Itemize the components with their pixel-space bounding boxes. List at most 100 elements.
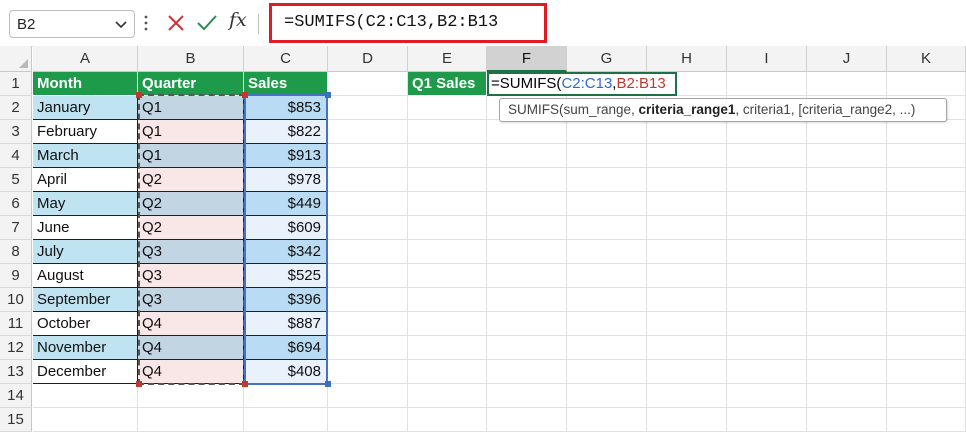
quarter-cell[interactable]: Q2 [138, 192, 244, 216]
table-header-cell[interactable]: Quarter [138, 72, 244, 96]
empty-cell[interactable] [727, 72, 807, 96]
empty-cell[interactable] [727, 360, 807, 384]
empty-cell[interactable] [727, 384, 807, 408]
empty-cell[interactable] [328, 264, 408, 288]
empty-cell[interactable] [567, 288, 647, 312]
empty-cell[interactable] [567, 360, 647, 384]
row-header-12[interactable]: 12 [0, 336, 32, 360]
empty-cell[interactable] [328, 144, 408, 168]
row-header-1[interactable]: 1 [0, 72, 32, 96]
enter-check-icon[interactable] [196, 13, 218, 33]
empty-cell[interactable] [647, 360, 727, 384]
select-all-corner[interactable] [0, 46, 32, 72]
empty-cell[interactable] [727, 168, 807, 192]
quarter-cell[interactable]: Q3 [138, 264, 244, 288]
function-tooltip[interactable]: SUMIFS(sum_range, criteria_range1, crite… [499, 98, 947, 122]
empty-cell[interactable] [807, 120, 887, 144]
column-header-b[interactable]: B [138, 46, 244, 72]
table-header-cell[interactable]: Month [33, 72, 138, 96]
range-handle[interactable] [325, 381, 331, 387]
sales-cell[interactable]: $913 [244, 144, 328, 168]
empty-cell[interactable] [487, 192, 567, 216]
empty-cell[interactable] [33, 384, 138, 408]
empty-cell[interactable] [887, 168, 966, 192]
range-handle[interactable] [325, 92, 331, 98]
empty-cell[interactable] [567, 192, 647, 216]
month-cell[interactable]: December [33, 360, 138, 384]
month-cell[interactable]: January [33, 96, 138, 120]
empty-cell[interactable] [647, 192, 727, 216]
empty-cell[interactable] [807, 408, 887, 432]
empty-cell[interactable] [328, 192, 408, 216]
month-cell[interactable]: June [33, 216, 138, 240]
sales-cell[interactable]: $887 [244, 312, 328, 336]
empty-cell[interactable] [328, 312, 408, 336]
month-cell[interactable]: April [33, 168, 138, 192]
empty-cell[interactable] [487, 120, 567, 144]
empty-cell[interactable] [887, 336, 966, 360]
empty-cell[interactable] [887, 144, 966, 168]
empty-cell[interactable] [138, 408, 244, 432]
empty-cell[interactable] [727, 144, 807, 168]
sales-cell[interactable]: $449 [244, 192, 328, 216]
quarter-cell[interactable]: Q1 [138, 120, 244, 144]
empty-cell[interactable] [887, 384, 966, 408]
empty-cell[interactable] [408, 336, 487, 360]
empty-cell[interactable] [408, 360, 487, 384]
quarter-cell[interactable]: Q2 [138, 216, 244, 240]
empty-cell[interactable] [328, 120, 408, 144]
empty-cell[interactable] [807, 192, 887, 216]
column-header-j[interactable]: J [807, 46, 887, 72]
empty-cell[interactable] [328, 336, 408, 360]
empty-cell[interactable] [887, 240, 966, 264]
empty-cell[interactable] [408, 216, 487, 240]
empty-cell[interactable] [487, 384, 567, 408]
quarter-cell[interactable]: Q1 [138, 96, 244, 120]
column-header-k[interactable]: K [887, 46, 966, 72]
empty-cell[interactable] [727, 120, 807, 144]
empty-cell[interactable] [408, 240, 487, 264]
quarter-cell[interactable]: Q4 [138, 312, 244, 336]
empty-cell[interactable] [328, 408, 408, 432]
empty-cell[interactable] [487, 144, 567, 168]
empty-cell[interactable] [807, 144, 887, 168]
empty-cell[interactable] [647, 312, 727, 336]
column-header-d[interactable]: D [328, 46, 408, 72]
range-handle[interactable] [136, 92, 142, 98]
empty-cell[interactable] [487, 360, 567, 384]
sales-cell[interactable]: $342 [244, 240, 328, 264]
row-header-7[interactable]: 7 [0, 216, 32, 240]
empty-cell[interactable] [487, 216, 567, 240]
name-box[interactable]: B2 [9, 10, 135, 38]
row-header-10[interactable]: 10 [0, 288, 32, 312]
month-cell[interactable]: October [33, 312, 138, 336]
quarter-cell[interactable]: Q4 [138, 336, 244, 360]
quarter-cell[interactable]: Q4 [138, 360, 244, 384]
empty-cell[interactable] [328, 384, 408, 408]
chevron-down-icon[interactable] [114, 17, 128, 31]
row-header-13[interactable]: 13 [0, 360, 32, 384]
empty-cell[interactable] [887, 288, 966, 312]
empty-cell[interactable] [647, 240, 727, 264]
empty-cell[interactable] [807, 336, 887, 360]
empty-cell[interactable] [647, 384, 727, 408]
range-handle[interactable] [242, 381, 248, 387]
empty-cell[interactable] [408, 96, 487, 120]
empty-cell[interactable] [727, 336, 807, 360]
empty-cell[interactable] [807, 264, 887, 288]
empty-cell[interactable] [567, 240, 647, 264]
row-header-11[interactable]: 11 [0, 312, 32, 336]
row-header-5[interactable]: 5 [0, 168, 32, 192]
empty-cell[interactable] [567, 168, 647, 192]
empty-cell[interactable] [567, 384, 647, 408]
empty-cell[interactable] [727, 288, 807, 312]
quarter-cell[interactable]: Q3 [138, 288, 244, 312]
empty-cell[interactable] [408, 408, 487, 432]
empty-cell[interactable] [138, 384, 244, 408]
empty-cell[interactable] [647, 288, 727, 312]
month-cell[interactable]: May [33, 192, 138, 216]
column-header-e[interactable]: E [408, 46, 487, 72]
row-header-4[interactable]: 4 [0, 144, 32, 168]
worksheet-grid[interactable]: ABCDEFGHIJK 1 2 3 4 5 6 7 8 9 10 11 12 13 14 15 Month Q… [0, 46, 966, 441]
empty-cell[interactable] [487, 168, 567, 192]
